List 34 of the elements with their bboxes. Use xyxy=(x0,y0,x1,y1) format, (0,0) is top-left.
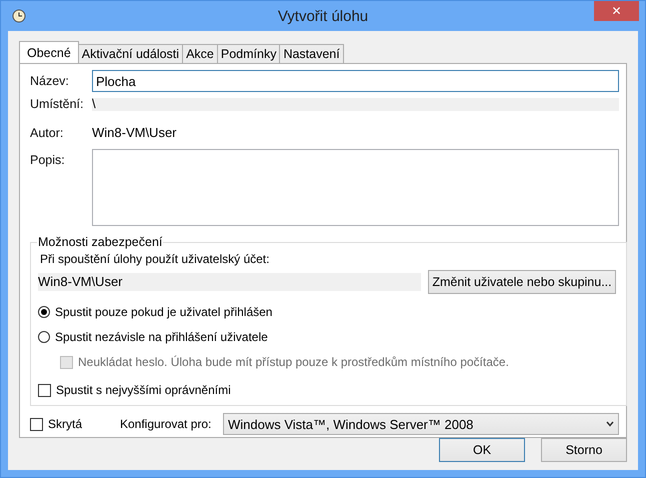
tab[interactable]: Obecné xyxy=(19,41,79,63)
dialog-button[interactable]: Storno xyxy=(541,438,627,462)
author-value: Win8-VM\User xyxy=(92,125,177,140)
tab[interactable]: Aktivační události xyxy=(78,44,184,63)
radio-button[interactable] xyxy=(38,306,50,318)
radio-button[interactable] xyxy=(38,331,50,343)
field-label: Název: xyxy=(30,74,70,88)
chevron-down-icon xyxy=(606,421,614,427)
description-field[interactable] xyxy=(92,149,619,226)
account-field: Win8-VM\User xyxy=(38,273,421,291)
tab[interactable]: Akce xyxy=(182,44,218,63)
field-label: Autor: xyxy=(30,126,64,140)
close-button[interactable]: ✕ xyxy=(594,1,639,21)
option-label: Spustit pouze pokud je uživatel přihlášen xyxy=(55,305,272,319)
tab[interactable]: Podmínky xyxy=(216,44,280,63)
group-title: Možnosti zabezpečení xyxy=(37,235,164,249)
checkbox[interactable] xyxy=(38,384,51,396)
clock-icon xyxy=(12,9,26,23)
field-label: Konfigurovat pro: xyxy=(120,417,212,431)
dialog-button[interactable]: OK xyxy=(439,438,525,462)
option-label: Skrytá xyxy=(48,417,82,431)
location-value: \ xyxy=(92,98,619,110)
change-user-button[interactable]: Změnit uživatele nebo skupinu... xyxy=(428,270,616,294)
window-title: Vytvořit úlohu xyxy=(278,8,368,24)
account-label: Při spouštění úlohy použít uživatelský účet: xyxy=(40,252,270,266)
name-field[interactable]: Plocha xyxy=(92,70,619,92)
configure-dropdown[interactable]: Windows Vista™, Windows Server™ 2008 xyxy=(223,413,619,435)
field-label: Umístění: xyxy=(30,97,84,111)
option-label: Spustit s nejvyššími oprávněními xyxy=(56,383,231,397)
field-label: Popis: xyxy=(30,152,66,167)
hidden-checkbox[interactable] xyxy=(30,418,43,430)
tab[interactable]: Nastavení xyxy=(279,44,344,63)
option-label: Spustit nezávisle na přihlášení uživatele xyxy=(55,330,268,344)
option-label: Neukládat heslo. Úloha bude mít přístup pouze k prostředkům místního počítače. xyxy=(78,355,509,369)
